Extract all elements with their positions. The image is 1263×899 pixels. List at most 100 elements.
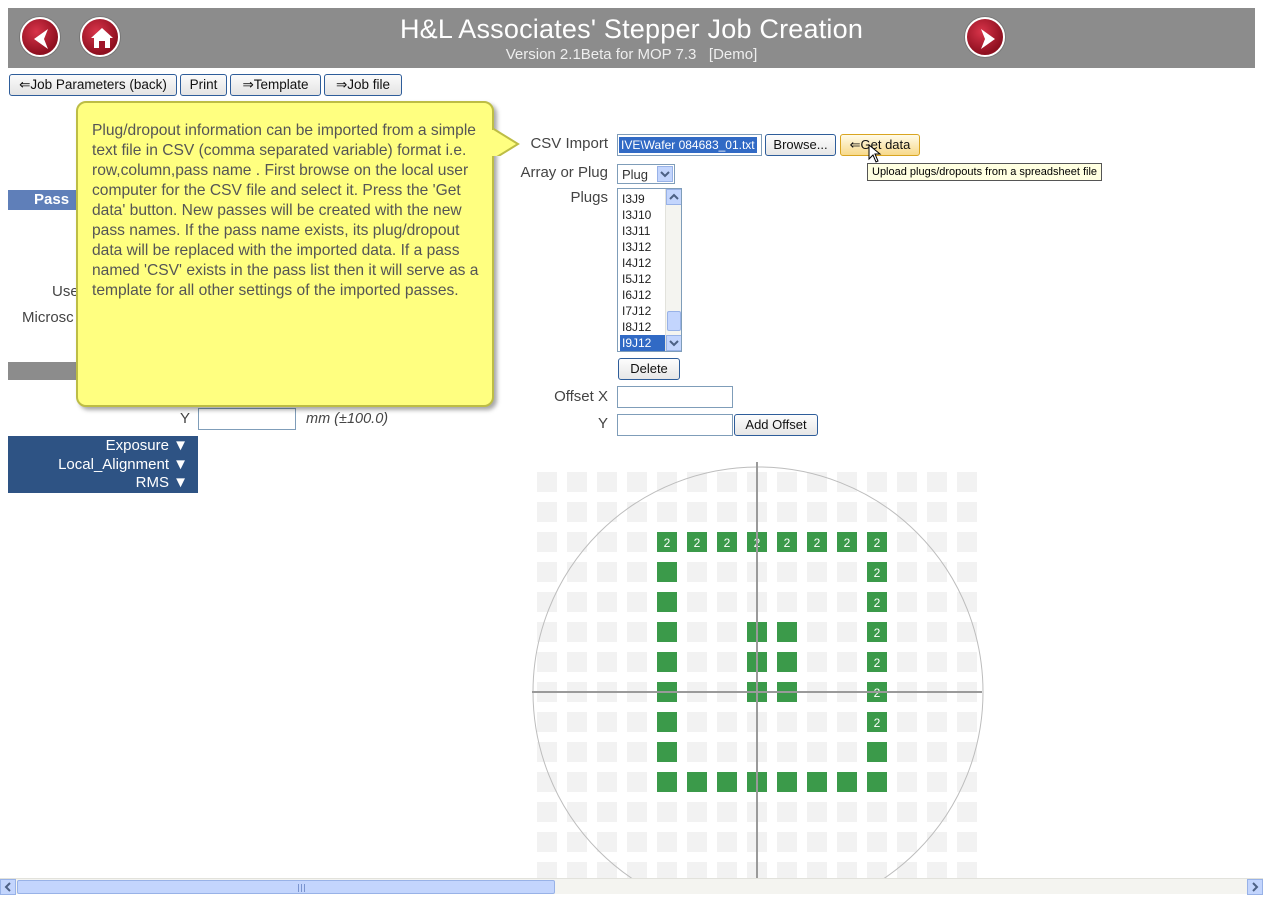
wafer-die-cell[interactable] <box>717 802 737 822</box>
wafer-die-cell[interactable] <box>657 502 677 522</box>
wafer-die-cell[interactable] <box>897 862 917 878</box>
wafer-die-cell[interactable] <box>837 712 857 732</box>
plug-list-item[interactable]: I3J12 <box>620 239 666 255</box>
offset-x-input[interactable] <box>617 386 733 408</box>
wafer-die-cell[interactable] <box>897 502 917 522</box>
wafer-die-cell[interactable] <box>807 832 827 852</box>
menu-item-exposure[interactable]: Exposure ▼ <box>106 437 188 454</box>
wafer-die-cell[interactable] <box>627 472 647 492</box>
plug-list-item[interactable]: I3J10 <box>620 207 666 223</box>
wafer-plug-cell[interactable] <box>867 772 887 792</box>
wafer-die-cell[interactable] <box>687 832 707 852</box>
wafer-die-cell[interactable] <box>807 712 827 732</box>
scroll-left-icon[interactable] <box>0 879 16 895</box>
wafer-die-cell[interactable] <box>807 652 827 672</box>
wafer-die-cell[interactable] <box>897 832 917 852</box>
wafer-die-cell[interactable] <box>897 802 917 822</box>
wafer-die-cell[interactable] <box>927 592 947 612</box>
plug-list-item[interactable]: I4J12 <box>620 255 666 271</box>
wafer-die-cell[interactable] <box>777 502 797 522</box>
wafer-die-cell[interactable] <box>537 772 557 792</box>
wafer-die-cell[interactable] <box>957 802 977 822</box>
wafer-plug-cell[interactable] <box>717 772 737 792</box>
wafer-die-cell[interactable] <box>537 862 557 878</box>
wafer-die-cell[interactable] <box>687 862 707 878</box>
wafer-plug-cell[interactable] <box>687 772 707 792</box>
y-input[interactable] <box>198 408 296 430</box>
plug-list-item[interactable]: I9J12 <box>620 335 666 351</box>
wafer-die-cell[interactable] <box>687 802 707 822</box>
wafer-die-cell[interactable] <box>957 742 977 762</box>
wafer-die-cell[interactable] <box>807 742 827 762</box>
wafer-plug-cell[interactable] <box>777 772 797 792</box>
plug-list-item[interactable]: I5J12 <box>620 271 666 287</box>
wafer-die-cell[interactable] <box>867 472 887 492</box>
wafer-die-cell[interactable] <box>597 592 617 612</box>
wafer-die-cell[interactable] <box>957 712 977 732</box>
wafer-die-cell[interactable] <box>717 652 737 672</box>
wafer-die-cell[interactable] <box>777 862 797 878</box>
wafer-map[interactable]: 22222222222222 <box>530 462 986 878</box>
wafer-die-cell[interactable] <box>627 592 647 612</box>
plug-list-item[interactable]: I6J12 <box>620 287 666 303</box>
offset-y-input[interactable] <box>617 414 733 436</box>
wafer-die-cell[interactable] <box>897 592 917 612</box>
wafer-die-cell[interactable] <box>897 772 917 792</box>
wafer-die-cell[interactable] <box>927 532 947 552</box>
wafer-die-cell[interactable] <box>627 712 647 732</box>
wafer-plug-cell[interactable] <box>837 772 857 792</box>
wafer-die-cell[interactable] <box>597 832 617 852</box>
wafer-plug-cell[interactable] <box>657 652 677 672</box>
wafer-die-cell[interactable] <box>777 472 797 492</box>
wafer-die-cell[interactable] <box>927 832 947 852</box>
print-button[interactable]: Print <box>180 74 227 96</box>
wafer-die-cell[interactable] <box>777 592 797 612</box>
wafer-die-cell[interactable] <box>717 592 737 612</box>
wafer-die-cell[interactable] <box>867 832 887 852</box>
wafer-die-cell[interactable] <box>957 472 977 492</box>
wafer-die-cell[interactable] <box>717 832 737 852</box>
job-file-button[interactable]: ⇒Job file <box>324 74 402 96</box>
csv-file-input[interactable]: IVE\Wafer 084683_01.txt <box>617 134 762 156</box>
page-horizontal-scrollbar[interactable] <box>0 878 1263 895</box>
wafer-die-cell[interactable] <box>927 472 947 492</box>
wafer-die-cell[interactable] <box>807 502 827 522</box>
wafer-plug-cell[interactable] <box>807 772 827 792</box>
wafer-die-cell[interactable] <box>717 562 737 582</box>
wafer-die-cell[interactable] <box>837 592 857 612</box>
wafer-die-cell[interactable] <box>717 622 737 642</box>
wafer-die-cell[interactable] <box>687 712 707 732</box>
wafer-die-cell[interactable] <box>777 832 797 852</box>
wafer-die-cell[interactable] <box>837 562 857 582</box>
wafer-die-cell[interactable] <box>837 622 857 642</box>
scroll-up-icon[interactable] <box>666 189 681 205</box>
plugs-scroll-thumb[interactable] <box>667 311 681 331</box>
plugs-listbox[interactable]: I3J9 I3J10 I3J11 I3J12 I4J12 I5J12 I6J12 I7J12 I… <box>617 188 682 352</box>
wafer-die-cell[interactable] <box>807 622 827 642</box>
wafer-die-cell[interactable] <box>687 592 707 612</box>
wafer-plug-cell[interactable] <box>657 772 677 792</box>
wafer-die-cell[interactable] <box>597 772 617 792</box>
menu-item-local-alignment[interactable]: Local_Alignment ▼ <box>58 456 188 473</box>
wafer-die-cell[interactable] <box>837 502 857 522</box>
wafer-die-cell[interactable] <box>807 592 827 612</box>
wafer-die-cell[interactable] <box>837 862 857 878</box>
wafer-die-cell[interactable] <box>927 772 947 792</box>
wafer-die-cell[interactable] <box>597 652 617 672</box>
wafer-die-cell[interactable] <box>807 562 827 582</box>
wafer-die-cell[interactable] <box>537 652 557 672</box>
wafer-die-cell[interactable] <box>897 712 917 732</box>
wafer-plug-cell[interactable] <box>657 592 677 612</box>
scroll-down-icon[interactable] <box>666 335 681 351</box>
wafer-die-cell[interactable] <box>627 772 647 792</box>
wafer-die-cell[interactable] <box>927 712 947 732</box>
wafer-plug-cell[interactable] <box>657 562 677 582</box>
wafer-die-cell[interactable] <box>567 862 587 878</box>
wafer-die-cell[interactable] <box>567 772 587 792</box>
wafer-die-cell[interactable] <box>627 802 647 822</box>
wafer-plug-cell[interactable] <box>867 742 887 762</box>
wafer-die-cell[interactable] <box>537 532 557 552</box>
wafer-die-cell[interactable] <box>837 802 857 822</box>
wafer-die-cell[interactable] <box>837 832 857 852</box>
wafer-die-cell[interactable] <box>897 652 917 672</box>
